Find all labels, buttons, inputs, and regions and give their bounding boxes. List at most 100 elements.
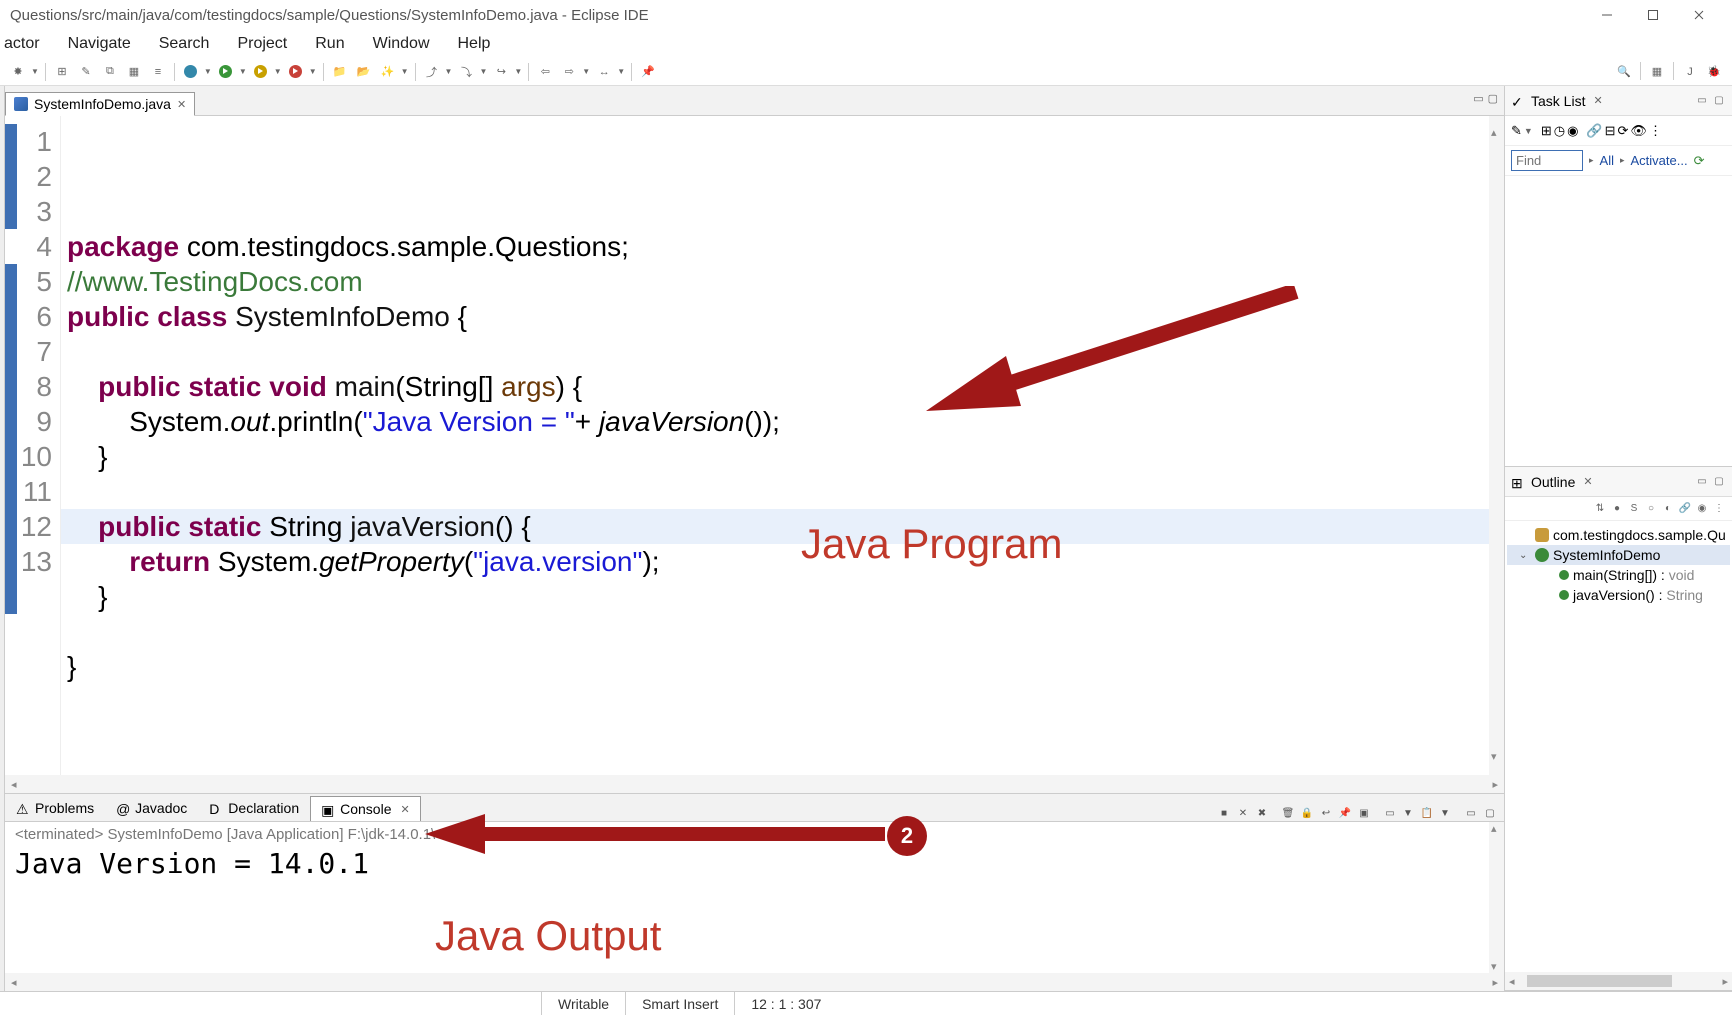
copy-icon[interactable]: ⧉	[100, 62, 120, 82]
maximize-button[interactable]	[1630, 0, 1676, 30]
annotation-text-1: Java Program	[801, 526, 1062, 561]
console-terminate-icon[interactable]: ■	[1216, 805, 1232, 821]
tab-console[interactable]: ▣Console✕	[310, 796, 421, 822]
maximize-view-icon[interactable]: ▢	[1482, 805, 1498, 821]
menu-item[interactable]: Run	[311, 32, 348, 56]
editor-horizontal-scrollbar[interactable]: ◂▸	[5, 775, 1504, 793]
back-icon[interactable]: ⇦	[535, 62, 555, 82]
tasklist-body[interactable]	[1505, 176, 1732, 466]
link-icon[interactable]: 🔗	[1586, 123, 1602, 139]
tasklist-find-input[interactable]	[1511, 150, 1583, 171]
console-scroll-lock-icon[interactable]: 🔒	[1299, 805, 1315, 821]
maximize-view-icon[interactable]: ▢	[1712, 475, 1726, 489]
tab-declaration[interactable]: DDeclaration	[198, 795, 310, 821]
step-icon[interactable]: ↪	[491, 62, 511, 82]
console-removeall-icon[interactable]: ✖	[1254, 805, 1270, 821]
status-bar: Writable Smart Insert 12 : 1 : 307	[0, 991, 1732, 1015]
sort-icon[interactable]: ⇅	[1593, 502, 1607, 516]
menu-item[interactable]: Navigate	[64, 32, 135, 56]
last-icon[interactable]: ↔	[594, 62, 614, 82]
hide-local-icon[interactable]: ◐	[1661, 502, 1675, 516]
tab-javadoc[interactable]: @Javadoc	[105, 795, 198, 821]
outline-item[interactable]: javaVersion() : String	[1507, 585, 1730, 605]
up-icon[interactable]: ⤴	[422, 62, 442, 82]
close-button[interactable]	[1676, 0, 1722, 30]
outline-item[interactable]: com.testingdocs.sample.Qu	[1507, 525, 1730, 545]
console-pin-icon[interactable]: 📌	[1337, 805, 1353, 821]
new-task-icon[interactable]: ✎	[1511, 123, 1522, 139]
refresh-icon[interactable]: ⟳	[1694, 153, 1705, 169]
menu-item[interactable]: Search	[155, 32, 214, 56]
minimize-view-icon[interactable]: ▭	[1473, 92, 1483, 105]
window-title: Questions/src/main/java/com/testingdocs/…	[10, 7, 649, 24]
console-clear-icon[interactable]: 🗑	[1280, 805, 1296, 821]
caret-icon[interactable]: ⌄	[1519, 550, 1531, 561]
outline-item[interactable]: main(String[]) : void	[1507, 565, 1730, 585]
maximize-view-icon[interactable]: ▢	[1712, 94, 1726, 108]
menu-icon[interactable]: ⋮	[1712, 502, 1726, 516]
outline-item[interactable]: ⌄ SystemInfoDemo	[1507, 545, 1730, 565]
new-pkg-icon[interactable]: 📁	[330, 62, 350, 82]
new-class-icon[interactable]: 📂	[354, 62, 374, 82]
editor-tab[interactable]: SystemInfoDemo.java ✕	[5, 92, 195, 116]
hide-nonpub-icon[interactable]: ○	[1644, 502, 1658, 516]
close-tab-icon[interactable]: ✕	[177, 98, 186, 111]
sync-icon[interactable]: ⟳	[1618, 123, 1629, 139]
menu-item[interactable]: Project	[233, 32, 291, 56]
new-icon[interactable]: ✸	[8, 62, 28, 82]
persp-open-icon[interactable]: ▦	[1647, 62, 1667, 82]
outline-horizontal-scrollbar[interactable]: ◂▸	[1505, 972, 1732, 990]
paste-icon[interactable]: ▦	[124, 62, 144, 82]
focus-icon[interactable]: ◉	[1695, 502, 1709, 516]
collapse-icon[interactable]: ⊟	[1605, 123, 1616, 139]
outline-tree[interactable]: com.testingdocs.sample.Qu ⌄ SystemInfoDe…	[1505, 521, 1732, 972]
tasklist-all-link[interactable]: All	[1600, 153, 1614, 168]
console-remove-icon[interactable]: ✕	[1235, 805, 1251, 821]
menu-icon[interactable]: ⋮	[1649, 123, 1662, 139]
console-open-icon[interactable]: 📋	[1419, 805, 1435, 821]
down-icon[interactable]: ⤵	[456, 62, 476, 82]
menu-item[interactable]: Help	[454, 32, 495, 56]
console-vertical-scrollbar[interactable]	[1489, 822, 1504, 973]
maximize-view-icon[interactable]: ▢	[1488, 92, 1498, 105]
minimize-view-icon[interactable]: ▭	[1695, 475, 1709, 489]
open-icon[interactable]: ⊞	[52, 62, 72, 82]
search-icon[interactable]: 🔍	[1614, 62, 1634, 82]
schedule-icon[interactable]: ◷	[1554, 123, 1565, 139]
menu-item[interactable]: actor	[0, 32, 44, 56]
focus-icon[interactable]: ◉	[1567, 123, 1578, 139]
persp-debug-icon[interactable]: 🐞	[1704, 62, 1724, 82]
close-panel-icon[interactable]: ✕	[1583, 475, 1592, 488]
link-icon[interactable]: 🔗	[1678, 502, 1692, 516]
hide-static-icon[interactable]: S	[1627, 502, 1641, 516]
minimize-button[interactable]	[1584, 0, 1630, 30]
close-panel-icon[interactable]: ✕	[1593, 94, 1602, 107]
categorize-icon[interactable]: ⊞	[1541, 123, 1552, 139]
console-display-icon[interactable]: ▭	[1382, 805, 1398, 821]
code-editor[interactable]: 12345678910111213 package com.testingdoc…	[5, 116, 1504, 775]
pin-icon[interactable]: 📌	[638, 62, 658, 82]
minimize-view-icon[interactable]: ▭	[1695, 94, 1709, 108]
menu-item[interactable]: Window	[369, 32, 434, 56]
work-area: SystemInfoDemo.java ✕ ▭ ▢ 12345678910111…	[0, 86, 1732, 991]
tasklist-activate-link[interactable]: Activate...	[1631, 153, 1688, 168]
close-tab-icon[interactable]: ✕	[401, 803, 410, 816]
persp-java-icon[interactable]: J	[1680, 62, 1700, 82]
fwd-icon[interactable]: ⇨	[559, 62, 579, 82]
console-wrap-icon[interactable]: ↩	[1318, 805, 1334, 821]
run-icon[interactable]	[216, 62, 236, 82]
coverage-icon[interactable]	[251, 62, 271, 82]
tab-problems[interactable]: ⚠Problems	[5, 795, 105, 821]
wand-icon[interactable]: ✨	[378, 62, 398, 82]
edit-icon[interactable]: ✎	[76, 62, 96, 82]
console-show-icon[interactable]: ▣	[1356, 805, 1372, 821]
hide-icon[interactable]: 👁	[1630, 123, 1647, 139]
debug-icon[interactable]	[181, 62, 201, 82]
code-area[interactable]: package com.testingdocs.sample.Questions…	[61, 116, 1504, 775]
hide-fields-icon[interactable]: ●	[1610, 502, 1624, 516]
editor-tab-label: SystemInfoDemo.java	[34, 96, 171, 112]
console-horizontal-scrollbar[interactable]: ◂▸	[5, 973, 1504, 991]
run-config-icon[interactable]	[286, 62, 306, 82]
minimize-view-icon[interactable]: ▭	[1463, 805, 1479, 821]
list-icon[interactable]: ≡	[148, 62, 168, 82]
